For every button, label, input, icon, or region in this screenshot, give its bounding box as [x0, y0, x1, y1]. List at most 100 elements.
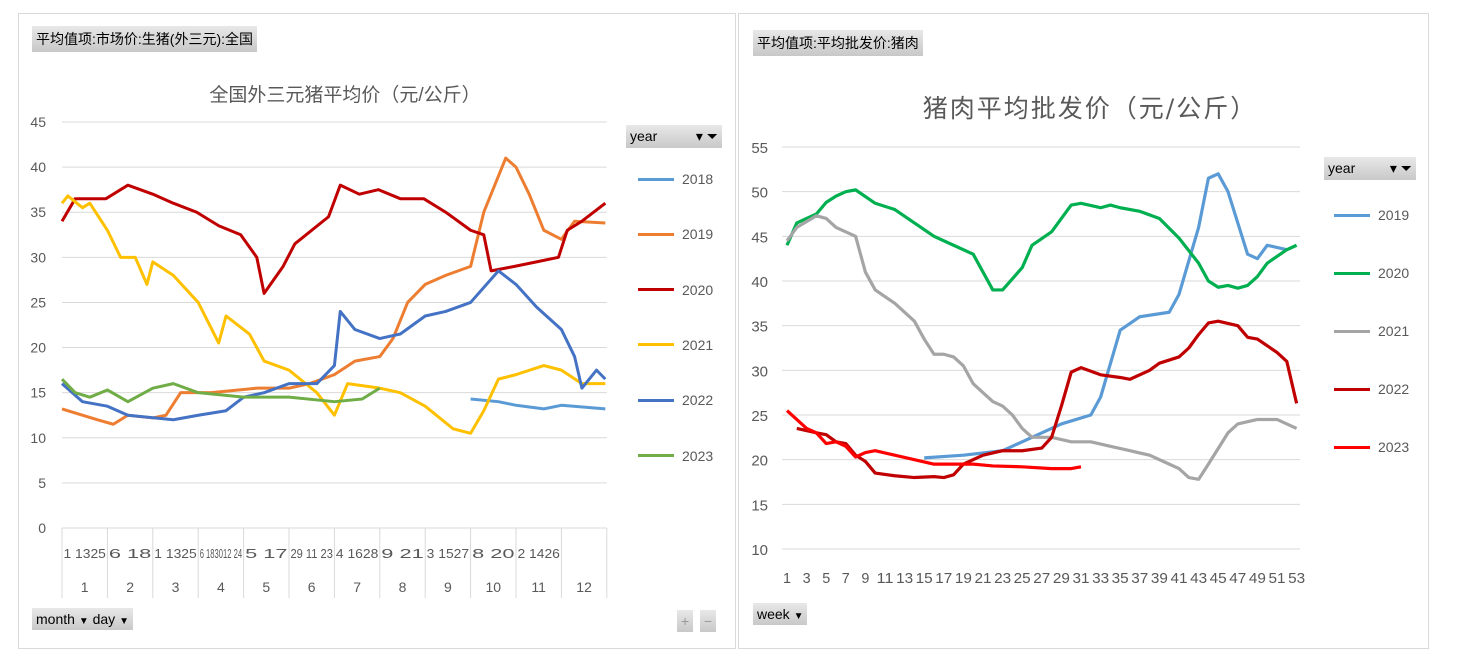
x-tick-label: 1	[783, 570, 791, 587]
legend-label: 2021	[1378, 323, 1410, 339]
day-tick-label: 4 1628	[336, 546, 378, 561]
day-label: day	[92, 611, 116, 627]
month-tick-label: 1	[81, 579, 89, 595]
legend-item-2019: 2019	[1334, 207, 1409, 223]
legend-swatch	[638, 288, 674, 292]
y-tick-label: 40	[751, 274, 768, 291]
legend-swatch	[638, 454, 674, 457]
filter-icon: ▾ ⏷	[695, 128, 718, 144]
day-tick-label: 5 17	[245, 546, 287, 561]
day-tick-label: 29 11 23	[291, 546, 333, 561]
x-tick-label: 39	[1151, 570, 1168, 587]
legend-swatch	[638, 232, 674, 236]
x-tick-label: 5	[822, 570, 830, 587]
month-tick-label: 2	[126, 579, 134, 595]
dropdown-icon: ▼	[78, 616, 89, 627]
legend-label: 2022	[682, 392, 714, 409]
x-tick-label: 23	[994, 570, 1011, 587]
legend-swatch	[1334, 213, 1370, 217]
legend-item-2023: 2023	[638, 448, 713, 464]
month-tick-label: 8	[399, 579, 407, 595]
y-tick-label: 30	[751, 363, 768, 380]
x-tick-label: 11	[877, 570, 894, 587]
series-line-2022	[796, 319, 1299, 480]
y-tick-label: 45	[30, 114, 46, 130]
y-tick-label: 10	[751, 542, 768, 559]
y-tick-label: 45	[751, 229, 768, 246]
legend-item-2020: 2020	[1334, 265, 1409, 281]
x-tick-label: 19	[955, 570, 972, 587]
x-tick-label: 43	[1190, 570, 1207, 587]
legend-label: 2018	[682, 171, 714, 187]
day-tick-label: 6 183012 24	[200, 546, 242, 561]
x-tick-label: 35	[1112, 570, 1129, 587]
week-label: week	[757, 606, 790, 622]
legend-swatch	[638, 343, 674, 347]
x-tick-label: 53	[1288, 570, 1305, 587]
charts-svg: 全国外三元猪平均价（元/公斤）05101520253035404511 1325…	[30, 84, 1305, 598]
legend-swatch	[638, 177, 674, 181]
dropdown-icon: ▼	[119, 616, 129, 627]
series-line-2022	[61, 269, 607, 422]
y-tick-label: 50	[751, 185, 768, 202]
x-tick-label: 49	[1249, 570, 1266, 587]
x-tick-label: 41	[1171, 570, 1188, 587]
month-tick-label: 3	[172, 579, 180, 595]
y-tick-label: 20	[751, 453, 768, 470]
y-tick-label: 5	[38, 475, 46, 491]
x-tick-label: 45	[1210, 570, 1227, 587]
legend-label: 2019	[1378, 207, 1410, 223]
x-tick-label: 15	[916, 570, 933, 587]
month-tick-label: 12	[576, 579, 592, 595]
x-tick-label: 51	[1269, 570, 1286, 587]
day-tick-label: 8 20	[472, 546, 514, 561]
legend-label: 2020	[682, 281, 714, 298]
right-value-field-button[interactable]: 平均值项:平均批发价:猪肉	[753, 30, 923, 56]
series-line-2020	[785, 188, 1298, 292]
collapse-button[interactable]: −	[700, 610, 717, 632]
x-tick-label: 29	[1053, 570, 1070, 587]
legend-swatch	[1334, 329, 1370, 333]
month-tick-label: 5	[262, 579, 270, 595]
legend-swatch	[1334, 271, 1370, 275]
x-tick-label: 3	[803, 570, 811, 587]
legend-label: 2023	[1378, 439, 1410, 455]
x-tick-label: 7	[842, 570, 850, 587]
x-tick-label: 21	[975, 570, 992, 587]
month-tick-label: 7	[353, 579, 361, 595]
legend-label: 2023	[682, 447, 714, 464]
x-tick-label: 37	[1131, 570, 1148, 587]
legend-item-2021: 2021	[638, 337, 713, 353]
day-tick-label: 6 18	[109, 546, 151, 561]
y-tick-label: 15	[30, 385, 46, 401]
series-line-2021	[785, 214, 1298, 481]
x-tick-label: 27	[1033, 570, 1050, 587]
right-chart-title: 猪肉平均批发价（元/公斤）	[923, 94, 1257, 123]
y-tick-label: 15	[751, 497, 768, 514]
left-value-field-button[interactable]: 平均值项:市场价:生猪(外三元):全国	[32, 26, 257, 52]
series-line-2018	[470, 397, 606, 411]
legend-item-2018: 2018	[638, 171, 713, 187]
y-tick-label: 55	[751, 140, 768, 157]
x-tick-label: 25	[1014, 570, 1031, 587]
y-tick-label: 35	[30, 204, 46, 220]
legend-swatch	[638, 398, 674, 402]
day-tick-label: 1 1325	[64, 546, 106, 561]
legend-swatch	[1334, 445, 1370, 449]
month-tick-label: 10	[486, 579, 502, 595]
x-tick-label: 13	[896, 570, 913, 587]
legend-item-2022: 2022	[638, 392, 713, 408]
legend-swatch	[1334, 387, 1370, 391]
left-legend-year-filter[interactable]: year ▾ ⏷	[626, 125, 722, 148]
legend-label: 2019	[682, 226, 714, 243]
month-axis-button[interactable]: month ▼ day ▼	[32, 608, 133, 630]
expand-button[interactable]: +	[677, 610, 694, 632]
right-legend-year-filter[interactable]: year ▾ ⏷	[1324, 157, 1416, 180]
legend-year-label: year	[630, 128, 658, 144]
y-tick-label: 35	[751, 319, 768, 336]
legend-item-2020: 2020	[638, 282, 713, 298]
week-axis-button[interactable]: week ▼	[753, 603, 808, 625]
month-tick-label: 9	[444, 579, 452, 595]
legend-item-2021: 2021	[1334, 323, 1409, 339]
x-tick-label: 33	[1092, 570, 1109, 587]
